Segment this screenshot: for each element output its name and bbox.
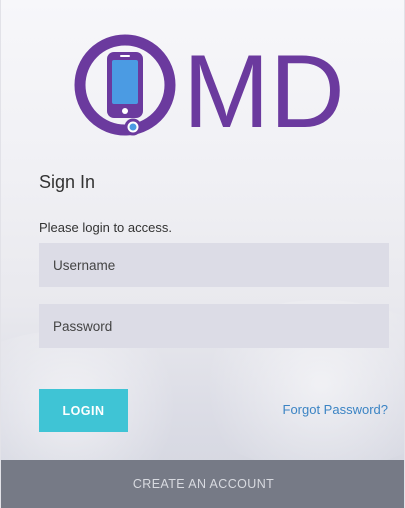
app-logo: MD xyxy=(71,30,361,150)
login-button[interactable]: LOGIN xyxy=(39,389,128,432)
username-input[interactable] xyxy=(39,243,389,287)
forgot-password-link[interactable]: Forgot Password? xyxy=(283,402,389,417)
phone-icon xyxy=(107,52,143,118)
login-instruction: Please login to access. xyxy=(39,220,172,235)
page-title: Sign In xyxy=(39,172,96,192)
login-panel: MD Sign In Please login to access. LOGIN… xyxy=(0,0,405,508)
password-input[interactable] xyxy=(39,304,389,348)
logo-text: MD xyxy=(183,34,345,140)
create-account-bar[interactable]: CREATE AN ACCOUNT xyxy=(1,460,404,508)
create-account-label: CREATE AN ACCOUNT xyxy=(132,477,275,491)
logo-graphic: MD xyxy=(74,34,345,150)
